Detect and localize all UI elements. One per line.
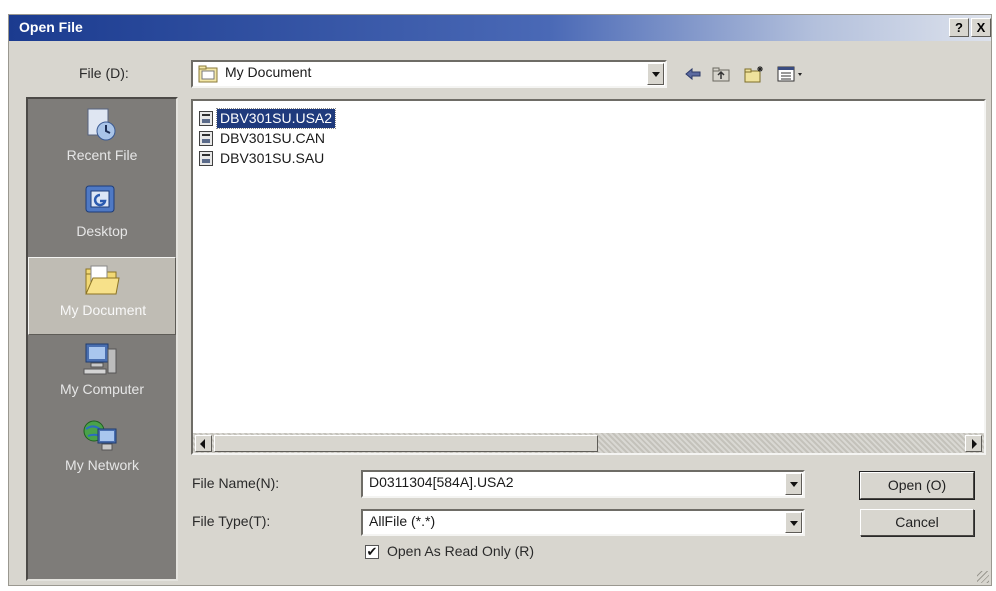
place-my-network[interactable]: My Network [28,413,176,491]
desktop-icon [85,185,115,213]
help-button[interactable]: ? [949,18,969,37]
cancel-button[interactable]: Cancel [860,509,974,536]
look-in-label: File (D): [79,65,129,81]
open-file-dialog: Open File ? X File (D): My Document Rece… [8,14,992,586]
file-name: DBV301SU.SAU [220,150,325,166]
checkmark-icon: ✔ [366,544,378,559]
view-menu-icon[interactable] [777,65,805,83]
place-label: My Network [65,457,139,473]
place-recent-file[interactable]: Recent File [28,103,176,181]
chevron-down-icon[interactable] [647,63,664,85]
read-only-label[interactable]: Open As Read Only (R) [387,543,534,559]
file-type-dropdown[interactable]: AllFile (*.*) [361,509,805,536]
look-in-dropdown[interactable]: My Document [191,60,667,88]
file-type-value: AllFile (*.*) [369,513,436,529]
place-my-document[interactable]: My Document [28,257,176,335]
look-in-value: My Document [225,64,312,80]
close-button[interactable]: X [971,18,991,37]
resize-grip[interactable] [977,571,989,583]
file-name-value: D0311304[584A].USA2 [369,474,514,490]
read-only-checkbox[interactable]: ✔ [365,545,379,559]
up-folder-icon[interactable] [711,65,731,83]
title-bar[interactable]: Open File ? X [9,15,991,41]
scrollbar-thumb[interactable] [214,435,598,452]
file-icon [199,151,213,166]
help-icon: ? [955,20,963,35]
place-label: Recent File [66,147,138,163]
file-icon [199,111,213,126]
my-document-icon [85,265,120,295]
open-button[interactable]: Open (O) [859,471,975,500]
back-arrow-icon[interactable] [684,65,702,83]
place-label: My Document [59,302,147,318]
horizontal-scrollbar[interactable] [193,433,984,453]
folder-icon [198,65,218,83]
my-network-icon [83,420,117,451]
place-my-computer[interactable]: My Computer [28,337,176,415]
file-name: DBV301SU.CAN [220,130,326,146]
recent-file-icon [87,108,116,141]
chevron-down-icon[interactable] [785,473,802,495]
file-type-label: File Type(T): [192,513,271,529]
dialog-title: Open File [19,19,83,35]
scroll-left-icon[interactable] [195,435,212,452]
file-name: DBV301SU.USA2 [215,108,337,129]
my-computer-icon [83,343,117,375]
close-icon: X [976,20,986,35]
file-list[interactable]: DBV301SU.USA2 DBV301SU.CAN DBV301SU.SAU [191,99,986,455]
new-folder-icon[interactable] [743,65,765,83]
place-desktop[interactable]: Desktop [28,179,176,257]
file-name-input[interactable]: D0311304[584A].USA2 [361,470,805,498]
places-bar: Recent File Desktop My Document My Compu… [26,97,178,581]
place-label: My Computer [59,381,145,397]
chevron-down-icon[interactable] [785,512,802,533]
file-icon [199,131,213,146]
scroll-right-icon[interactable] [965,435,982,452]
place-label: Desktop [76,223,128,239]
file-name-label: File Name(N): [192,475,280,491]
